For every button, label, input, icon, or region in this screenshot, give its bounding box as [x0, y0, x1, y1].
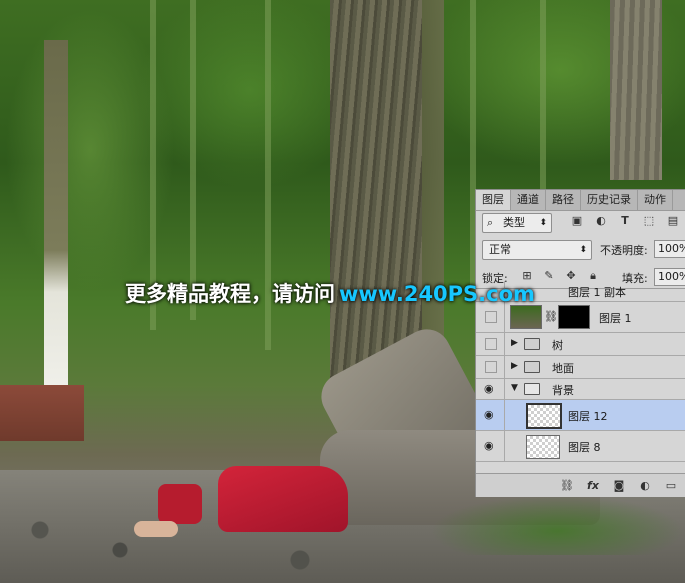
red-jacket: [218, 466, 348, 532]
link-layers-icon[interactable]: ⛓: [560, 479, 574, 492]
group-row[interactable]: ◉ ▼ 背景: [476, 379, 685, 400]
red-sleeve: [158, 484, 202, 524]
layer-kind-filter-dropdown[interactable]: ⌕ 类型 ⬍: [482, 213, 552, 233]
panel-tabs: 图层 通道 路径 历史记录 动作: [476, 190, 685, 211]
visibility-toggle-off[interactable]: [485, 338, 497, 350]
visibility-toggle-off[interactable]: [485, 311, 497, 323]
folder-icon: [524, 361, 540, 373]
smart-object-filter-icon[interactable]: ▤: [666, 214, 680, 228]
layer-name: 图层 12: [568, 410, 608, 423]
chain-link-icon[interactable]: ⛓: [544, 310, 558, 323]
layer-thumbnail: [510, 305, 542, 329]
open-folder-icon: [524, 383, 540, 395]
eye-icon[interactable]: ◉: [484, 382, 494, 395]
layer-thumbnail: [526, 435, 560, 459]
tab-paths[interactable]: 路径: [546, 190, 581, 210]
kind-filter-label: 类型: [503, 216, 525, 229]
tab-history[interactable]: 历史记录: [581, 190, 638, 210]
group-row[interactable]: ▶ 地面: [476, 356, 685, 379]
folder-icon: [524, 338, 540, 350]
layers-panel: 图层 通道 路径 历史记录 动作 ⌕ 类型 ⬍ ▣ ◐ T ⬚ ▤ 正常 ⬍ 不…: [475, 189, 685, 497]
watermark: 更多精品教程，请访问 www.240PS.com: [125, 278, 535, 308]
group-name: 地面: [552, 362, 574, 375]
add-mask-icon[interactable]: ◙: [612, 479, 626, 492]
visibility-cell[interactable]: ◉: [476, 431, 505, 461]
layer-name: 图层 1: [599, 312, 632, 325]
hand: [134, 521, 178, 537]
expand-arrow-icon[interactable]: ▶: [511, 338, 518, 348]
layers-bottom-bar: ⛓ fx ◙ ◐ ▭: [476, 473, 685, 497]
adjustment-filter-icon[interactable]: ◐: [594, 214, 608, 228]
image-filter-icon[interactable]: ▣: [570, 214, 584, 228]
layers-list: 图层 1 副本 ⛓ 图层 1 ▶ 树 ▶ 地面 ◉ ▼ 背景 ◉ 图层 12 ◉…: [476, 281, 685, 473]
layer-name: 图层 1 副本: [568, 286, 626, 299]
bench: [0, 385, 84, 441]
blend-row: 正常 ⬍ 不透明度: 100%: [476, 238, 685, 260]
visibility-cell[interactable]: [476, 333, 505, 355]
fx-icon[interactable]: fx: [586, 479, 600, 492]
tab-actions[interactable]: 动作: [638, 190, 673, 210]
tab-channels[interactable]: 通道: [511, 190, 546, 210]
blend-mode-value: 正常: [489, 243, 511, 256]
filter-row: ⌕ 类型 ⬍ ▣ ◐ T ⬚ ▤: [476, 211, 685, 233]
grass-patch: [430, 495, 685, 555]
dropdown-arrow-icon: ⬍: [539, 218, 547, 228]
bamboo-stalk: [540, 0, 546, 200]
layer-thumbnail: [526, 403, 562, 429]
opacity-field[interactable]: 100%: [654, 240, 685, 258]
watermark-url: www.240PS.com: [339, 282, 535, 306]
layer-mask-thumbnail[interactable]: [558, 305, 590, 329]
eye-icon[interactable]: ◉: [484, 408, 494, 421]
opacity-label: 不透明度:: [600, 244, 648, 257]
tree-trunk-right: [610, 0, 662, 180]
visibility-cell[interactable]: ◉: [476, 400, 505, 430]
visibility-cell[interactable]: [476, 356, 505, 378]
adjustment-layer-icon[interactable]: ◐: [638, 479, 652, 492]
search-icon: ⌕: [487, 216, 494, 229]
shape-filter-icon[interactable]: ⬚: [642, 214, 656, 228]
group-name: 树: [552, 339, 563, 352]
group-row[interactable]: ▶ 树: [476, 333, 685, 356]
visibility-cell[interactable]: ◉: [476, 379, 505, 399]
tree-trunk-left: [44, 40, 68, 390]
bamboo-stalk: [190, 0, 196, 320]
dropdown-arrow-icon: ⬍: [579, 245, 587, 255]
layer-row-selected[interactable]: ◉ 图层 12: [476, 400, 685, 431]
group-name: 背景: [552, 384, 574, 397]
type-filter-icon[interactable]: T: [618, 214, 632, 228]
blend-mode-dropdown[interactable]: 正常 ⬍: [482, 240, 592, 260]
visibility-toggle-off[interactable]: [485, 361, 497, 373]
expand-arrow-icon[interactable]: ▶: [511, 361, 518, 371]
layer-row[interactable]: ◉ 图层 8: [476, 431, 685, 462]
watermark-text: 更多精品教程，请访问: [125, 282, 335, 306]
new-group-icon[interactable]: ▭: [664, 479, 678, 492]
layer-name: 图层 8: [568, 441, 601, 454]
tab-layers[interactable]: 图层: [476, 190, 511, 210]
eye-icon[interactable]: ◉: [484, 439, 494, 452]
collapse-arrow-icon[interactable]: ▼: [511, 383, 518, 393]
